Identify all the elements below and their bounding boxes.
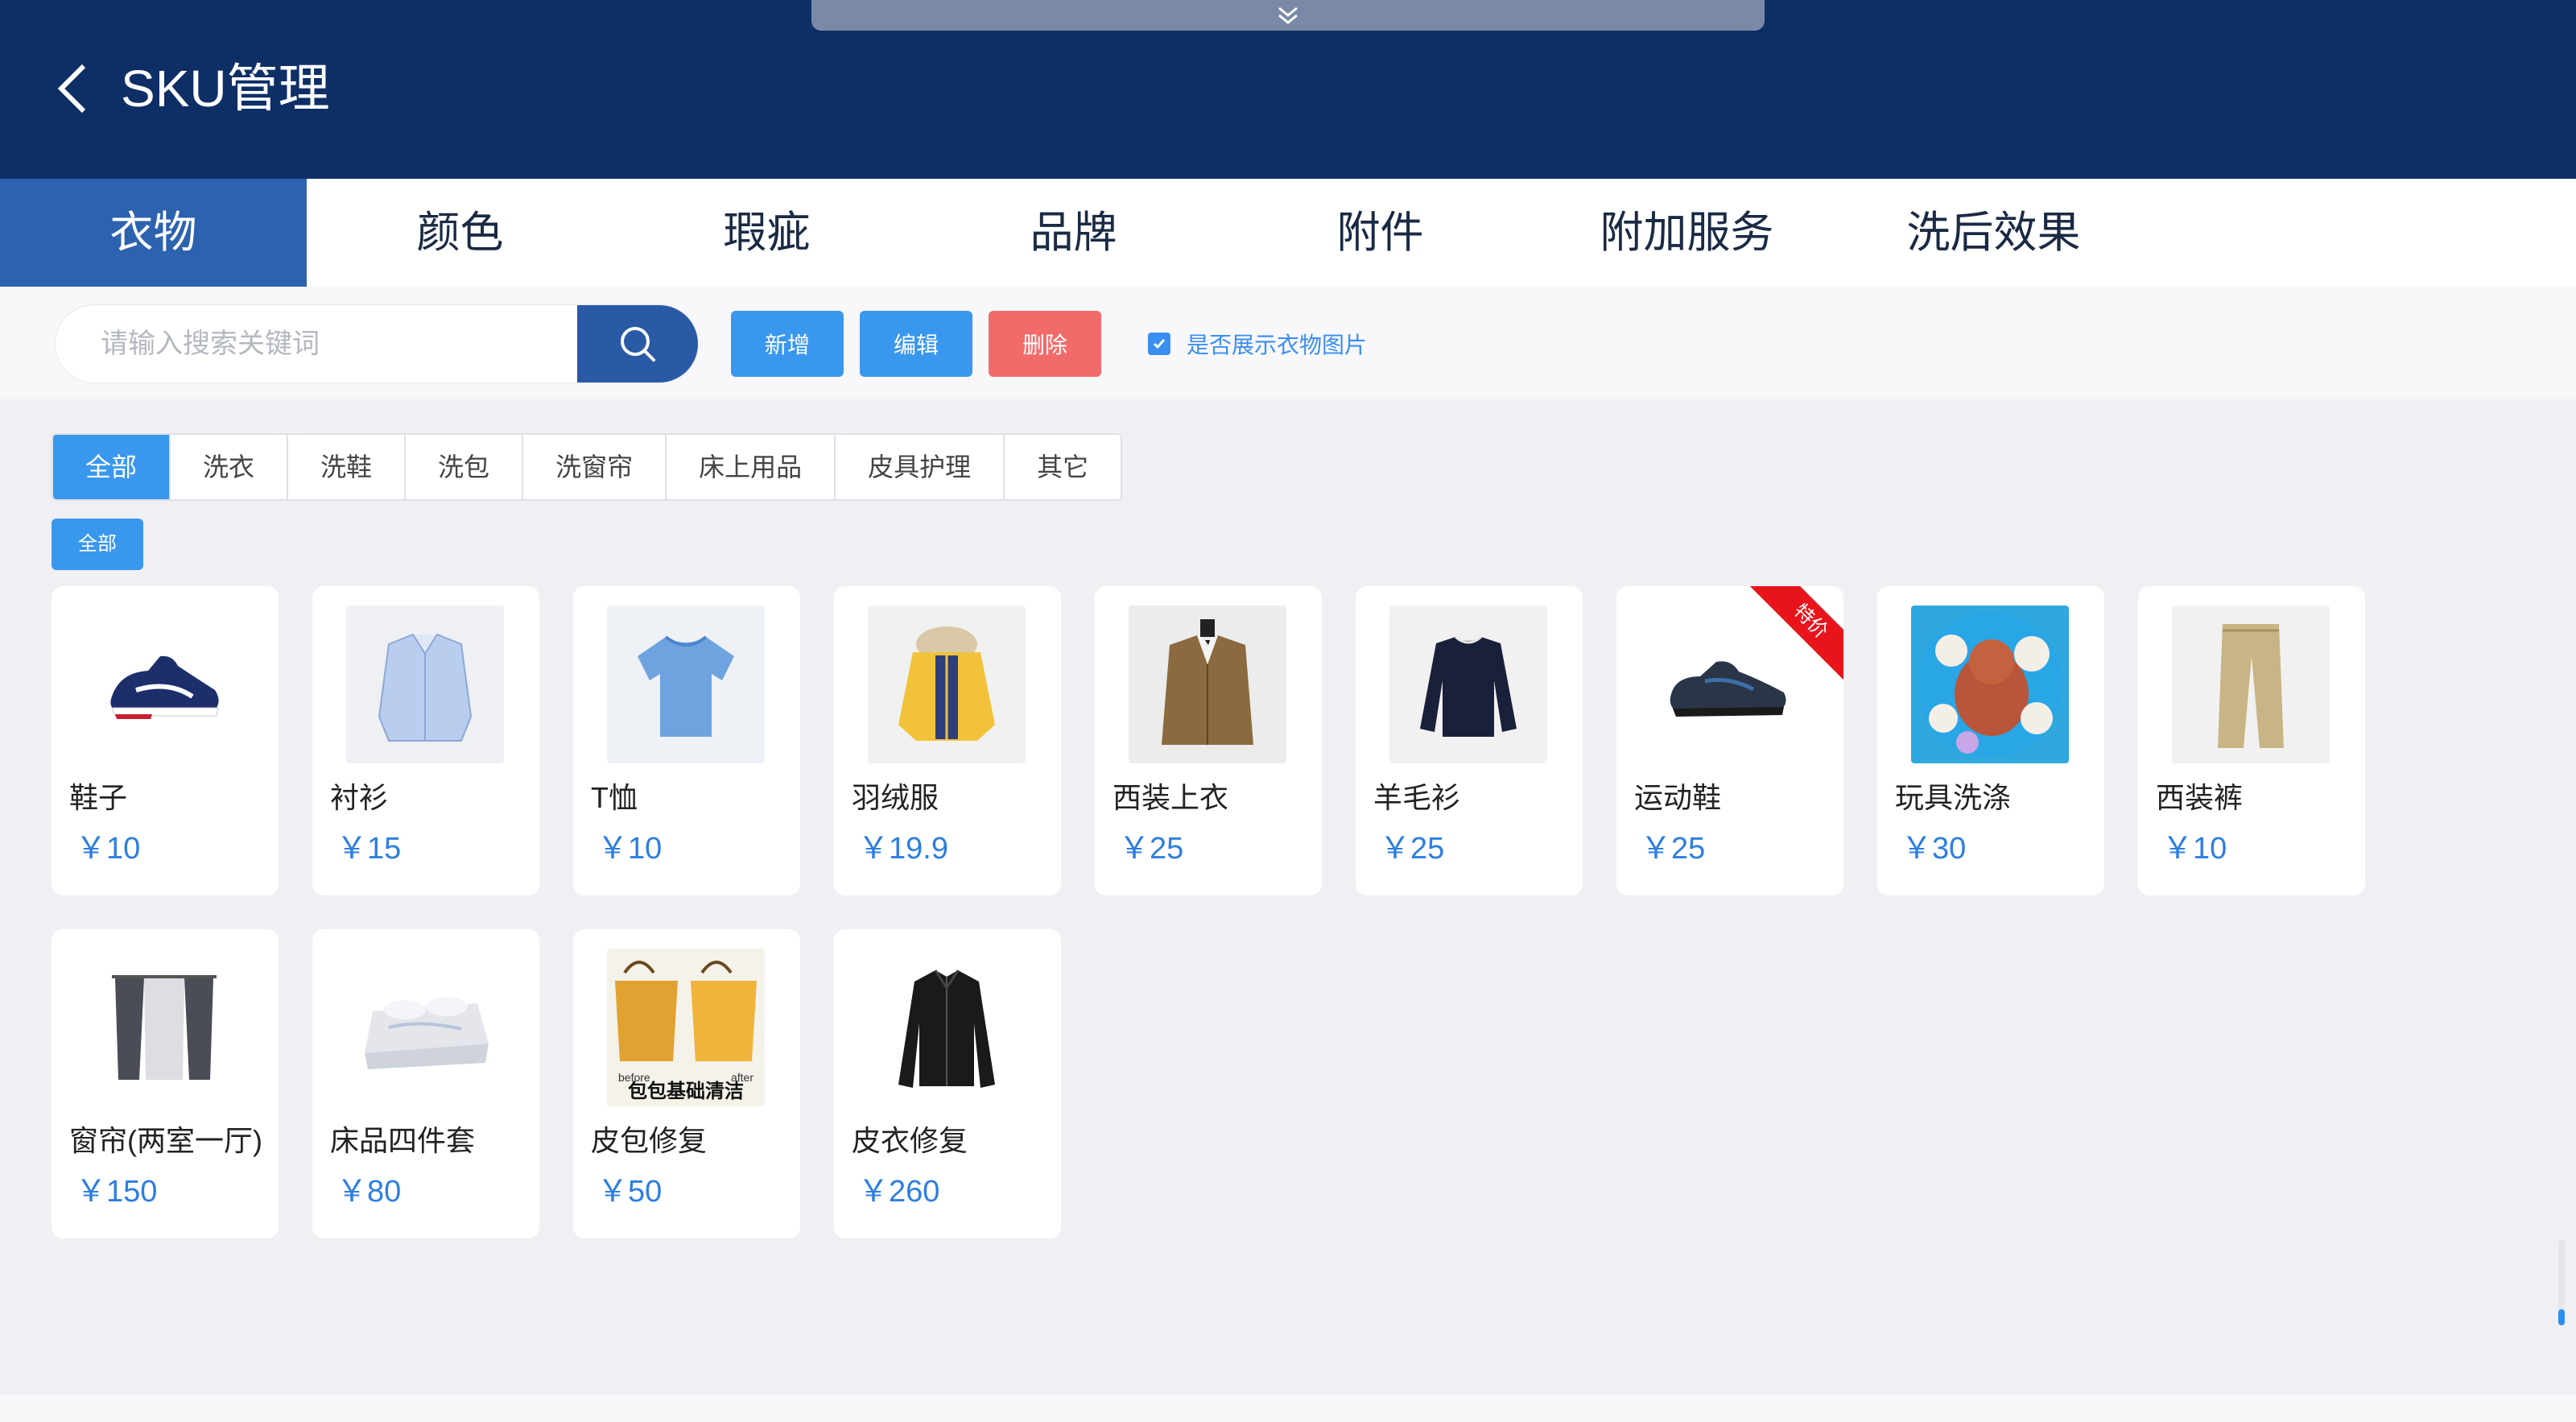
toolbar: 新增 编辑 删除 是否展示衣物图片	[0, 287, 2576, 399]
product-name: 皮衣修复	[852, 1124, 968, 1157]
curtain-icon	[85, 949, 243, 1106]
show-images-checkbox[interactable]	[1148, 333, 1170, 355]
sweater-icon	[1389, 606, 1547, 763]
tab-defect[interactable]: 瑕疵	[613, 179, 920, 287]
product-name: 鞋子	[69, 781, 128, 814]
product-name: 玩具洗涤	[1895, 781, 2012, 814]
shirt-icon	[346, 606, 504, 763]
product-name: 窗帘(两室一厅)	[69, 1124, 262, 1157]
tshirt-icon	[607, 606, 765, 763]
product-price: ￥25	[1641, 832, 1706, 866]
category-shoes[interactable]: 洗鞋	[287, 435, 404, 499]
app-header: SKU管理	[0, 0, 2576, 179]
suit-jacket-icon	[1129, 606, 1286, 763]
scrollbar[interactable]	[2558, 1240, 2565, 1325]
product-price: ￥50	[597, 1175, 663, 1209]
product-price: ￥260	[858, 1175, 940, 1209]
product-grid: 鞋子 ￥10 衬衫 ￥15 T恤 ￥10 羽绒服 ￥19.9 西装上衣 ￥25 …	[52, 586, 2386, 1238]
product-name: T恤	[591, 781, 638, 814]
product-card[interactable]: 皮衣修复 ￥260	[834, 929, 1061, 1238]
product-name: 皮包修复	[591, 1124, 708, 1157]
double-chevron-down-icon	[1278, 6, 1298, 24]
product-name: 羽绒服	[852, 781, 939, 814]
product-card[interactable]: 西装裤 ￥10	[2138, 586, 2365, 895]
product-card[interactable]: 西装上衣 ￥25	[1095, 586, 1322, 895]
tab-wash-effect[interactable]: 洗后效果	[1840, 179, 2147, 287]
category-bags[interactable]: 洗包	[404, 435, 522, 499]
tab-brand[interactable]: 品牌	[920, 179, 1227, 287]
product-price: ￥25	[1380, 832, 1445, 866]
product-card[interactable]: 玩具洗涤 ￥30	[1877, 586, 2104, 895]
product-name: 西装裤	[2156, 781, 2244, 814]
product-card[interactable]: 特价 运动鞋 ￥25	[1616, 586, 1843, 895]
thumb-caption: 包包基础清洁	[628, 1081, 744, 1102]
product-price: ￥25	[1119, 832, 1184, 866]
add-button[interactable]: 新增	[731, 311, 844, 377]
product-price: ￥10	[2162, 832, 2227, 866]
product-card[interactable]: 鞋子 ￥10	[52, 586, 279, 895]
tab-accessory[interactable]: 附件	[1227, 179, 1534, 287]
check-icon	[1153, 339, 1166, 349]
footer-strip	[0, 1395, 2576, 1422]
show-images-label: 是否展示衣物图片	[1187, 333, 1368, 358]
sport-shoe-icon	[1650, 606, 1808, 763]
main-tabs: 衣物 颜色 瑕疵 品牌 附件 附加服务 洗后效果	[0, 179, 2576, 287]
category-curtains[interactable]: 洗窗帘	[522, 435, 665, 499]
product-name: 羊毛衫	[1373, 781, 1461, 814]
product-card[interactable]: 羊毛衫 ￥25	[1356, 586, 1583, 895]
subcategory-all[interactable]: 全部	[52, 519, 143, 570]
tab-clothing[interactable]: 衣物	[0, 179, 307, 287]
product-price: ￥10	[597, 832, 663, 866]
category-all[interactable]: 全部	[53, 435, 170, 499]
sneaker-icon	[85, 606, 243, 763]
pull-down-handle[interactable]	[811, 0, 1765, 31]
search-button[interactable]	[577, 305, 698, 382]
search-icon	[621, 327, 655, 362]
category-leather-care[interactable]: 皮具护理	[834, 435, 1003, 499]
category-other[interactable]: 其它	[1003, 435, 1121, 499]
search-input[interactable]	[56, 305, 577, 382]
product-card[interactable]: 床品四件套 ￥80	[312, 929, 539, 1238]
search-box	[55, 304, 699, 383]
product-card[interactable]: 衬衫 ￥15	[312, 586, 539, 895]
product-price: ￥30	[1901, 832, 1967, 866]
product-name: 衬衫	[330, 781, 389, 814]
product-price: ￥15	[336, 832, 402, 866]
product-price: ￥19.9	[858, 832, 948, 866]
delete-button[interactable]: 删除	[989, 311, 1101, 377]
edit-button[interactable]: 编辑	[860, 311, 972, 377]
bedding-icon	[346, 949, 504, 1106]
chevron-left-icon	[57, 64, 86, 114]
category-laundry[interactable]: 洗衣	[169, 435, 287, 499]
scrollbar-thumb[interactable]	[2558, 1309, 2565, 1325]
handbag-icon: before after 包包基础清洁	[607, 949, 765, 1106]
product-card[interactable]: before after 包包基础清洁 皮包修复 ￥50	[573, 929, 800, 1238]
product-name: 运动鞋	[1634, 781, 1722, 814]
category-bedding[interactable]: 床上用品	[665, 435, 834, 499]
product-card[interactable]: T恤 ￥10	[573, 586, 800, 895]
product-price: ￥80	[336, 1175, 402, 1209]
product-price: ￥150	[76, 1175, 158, 1209]
product-card[interactable]: 羽绒服 ￥19.9	[834, 586, 1061, 895]
tab-extra-service[interactable]: 附加服务	[1534, 179, 1840, 287]
category-filter: 全部 洗衣 洗鞋 洗包 洗窗帘 床上用品 皮具护理 其它	[52, 433, 1123, 501]
back-button[interactable]	[50, 58, 95, 119]
product-name: 西装上衣	[1113, 781, 1229, 814]
tab-color[interactable]: 颜色	[307, 179, 613, 287]
page-title: SKU管理	[121, 60, 330, 118]
down-jacket-icon	[868, 606, 1026, 763]
leather-jacket-icon	[868, 949, 1026, 1106]
show-images-toggle[interactable]: 是否展示衣物图片	[1148, 325, 1367, 362]
product-price: ￥10	[76, 832, 141, 866]
product-card[interactable]: 窗帘(两室一厅) ￥150	[52, 929, 279, 1238]
product-name: 床品四件套	[330, 1124, 476, 1157]
trousers-icon	[2172, 606, 2330, 763]
plush-toys-icon	[1911, 606, 2069, 763]
